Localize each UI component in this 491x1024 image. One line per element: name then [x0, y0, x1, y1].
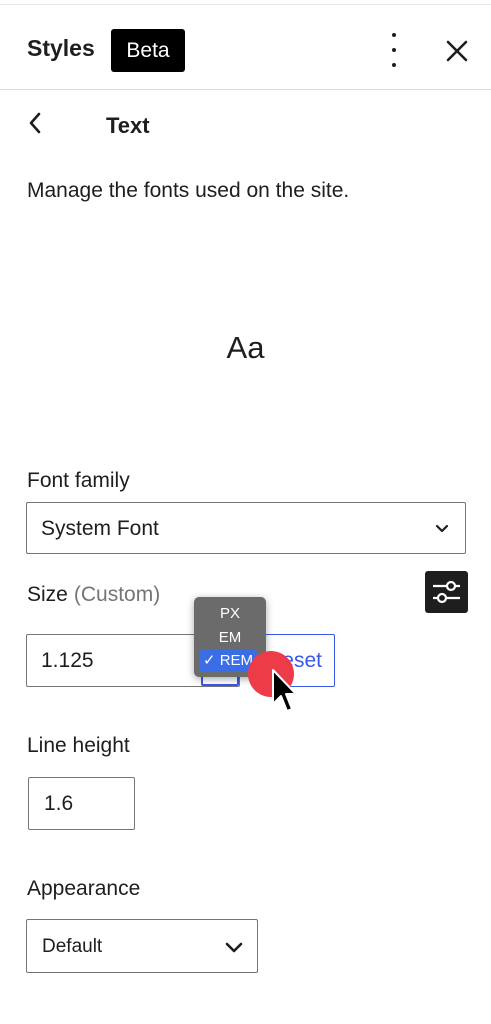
font-family-label: Font family [27, 469, 130, 492]
sliders-icon[interactable] [425, 571, 468, 613]
appearance-value: Default [42, 936, 103, 957]
size-custom-note: (Custom) [73, 583, 161, 606]
close-icon[interactable] [444, 38, 470, 64]
kebab-menu-icon[interactable] [380, 33, 408, 67]
appearance-label: Appearance [27, 877, 141, 900]
appearance-select[interactable]: Default [26, 919, 258, 973]
styles-header: Styles Beta [0, 5, 491, 90]
typography-preview: Aa [226, 330, 265, 365]
line-height-label: Line height [27, 734, 130, 757]
font-size-value: 1.125 [41, 649, 94, 672]
font-family-value: System Font [41, 517, 159, 540]
panel-description: Manage the fonts used on the site. [27, 179, 350, 202]
font-family-select[interactable]: System Font [26, 502, 466, 554]
unit-option-px[interactable]: PX [194, 603, 266, 625]
unit-option-em[interactable]: EM [194, 627, 266, 649]
back-chevron-icon[interactable] [26, 111, 44, 135]
size-label: Size (Custom) [27, 583, 160, 607]
header-title: Styles [27, 35, 95, 61]
size-label-text: Size [27, 583, 68, 606]
mouse-cursor-icon [272, 669, 297, 712]
line-height-value: 1.6 [44, 792, 74, 815]
panel-title: Text [106, 113, 150, 138]
chevron-down-icon [435, 524, 449, 533]
chevron-down-icon [225, 942, 243, 953]
beta-badge: Beta [111, 29, 185, 72]
line-height-input[interactable]: 1.6 [28, 777, 135, 830]
